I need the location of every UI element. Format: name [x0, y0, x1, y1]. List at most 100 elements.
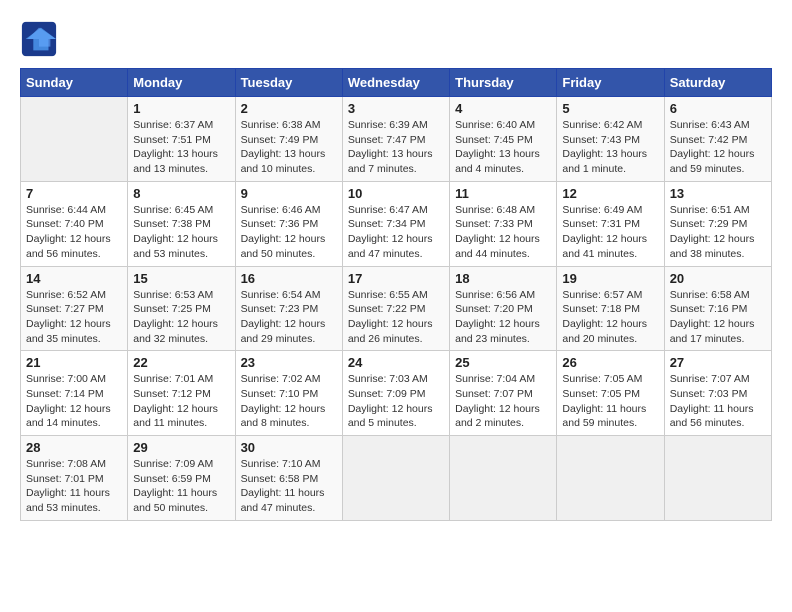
day-number: 20 — [670, 271, 766, 286]
day-info: Sunrise: 6:43 AMSunset: 7:42 PMDaylight:… — [670, 118, 766, 177]
calendar-cell: 27 Sunrise: 7:07 AMSunset: 7:03 PMDayligh… — [664, 351, 771, 436]
day-number: 26 — [562, 355, 658, 370]
day-info: Sunrise: 7:03 AMSunset: 7:09 PMDaylight:… — [348, 372, 444, 431]
calendar-cell: 25 Sunrise: 7:04 AMSunset: 7:07 PMDayligh… — [450, 351, 557, 436]
calendar-cell: 20 Sunrise: 6:58 AMSunset: 7:16 PMDayligh… — [664, 266, 771, 351]
day-number: 24 — [348, 355, 444, 370]
logo-icon — [20, 20, 58, 58]
calendar-cell: 18 Sunrise: 6:56 AMSunset: 7:20 PMDayligh… — [450, 266, 557, 351]
calendar-cell: 4 Sunrise: 6:40 AMSunset: 7:45 PMDaylight… — [450, 97, 557, 182]
page-header — [20, 20, 772, 58]
day-info: Sunrise: 6:46 AMSunset: 7:36 PMDaylight:… — [241, 203, 337, 262]
day-number: 8 — [133, 186, 229, 201]
calendar-week-row: 28 Sunrise: 7:08 AMSunset: 7:01 PMDayligh… — [21, 436, 772, 521]
day-number: 5 — [562, 101, 658, 116]
day-number: 11 — [455, 186, 551, 201]
calendar-week-row: 21 Sunrise: 7:00 AMSunset: 7:14 PMDayligh… — [21, 351, 772, 436]
day-number: 16 — [241, 271, 337, 286]
calendar-cell: 6 Sunrise: 6:43 AMSunset: 7:42 PMDaylight… — [664, 97, 771, 182]
day-info: Sunrise: 6:42 AMSunset: 7:43 PMDaylight:… — [562, 118, 658, 177]
calendar-week-row: 7Sunrise: 6:44 AMSunset: 7:40 PMDaylight… — [21, 181, 772, 266]
col-header-wednesday: Wednesday — [342, 69, 449, 97]
calendar-cell: 22 Sunrise: 7:01 AMSunset: 7:12 PMDayligh… — [128, 351, 235, 436]
day-number: 17 — [348, 271, 444, 286]
day-number: 1 — [133, 101, 229, 116]
calendar-header-row: SundayMondayTuesdayWednesdayThursdayFrid… — [21, 69, 772, 97]
day-info: Sunrise: 6:56 AMSunset: 7:20 PMDaylight:… — [455, 288, 551, 347]
day-number: 4 — [455, 101, 551, 116]
day-info: Sunrise: 6:39 AMSunset: 7:47 PMDaylight:… — [348, 118, 444, 177]
day-number: 25 — [455, 355, 551, 370]
day-number: 14 — [26, 271, 122, 286]
day-info: Sunrise: 6:47 AMSunset: 7:34 PMDaylight:… — [348, 203, 444, 262]
day-number: 2 — [241, 101, 337, 116]
calendar-cell: 16 Sunrise: 6:54 AMSunset: 7:23 PMDayligh… — [235, 266, 342, 351]
day-info: Sunrise: 7:10 AMSunset: 6:58 PMDaylight:… — [241, 457, 337, 516]
day-number: 3 — [348, 101, 444, 116]
day-number: 21 — [26, 355, 122, 370]
day-number: 7 — [26, 186, 122, 201]
calendar-cell: 21 Sunrise: 7:00 AMSunset: 7:14 PMDayligh… — [21, 351, 128, 436]
calendar-week-row: 1Sunrise: 6:37 AMSunset: 7:51 PMDaylight… — [21, 97, 772, 182]
calendar-cell: 30 Sunrise: 7:10 AMSunset: 6:58 PMDayligh… — [235, 436, 342, 521]
day-number: 15 — [133, 271, 229, 286]
calendar-cell — [342, 436, 449, 521]
day-info: Sunrise: 6:45 AMSunset: 7:38 PMDaylight:… — [133, 203, 229, 262]
day-info: Sunrise: 6:49 AMSunset: 7:31 PMDaylight:… — [562, 203, 658, 262]
day-number: 18 — [455, 271, 551, 286]
day-number: 10 — [348, 186, 444, 201]
day-number: 30 — [241, 440, 337, 455]
calendar-cell: 3 Sunrise: 6:39 AMSunset: 7:47 PMDaylight… — [342, 97, 449, 182]
calendar-cell: 11 Sunrise: 6:48 AMSunset: 7:33 PMDayligh… — [450, 181, 557, 266]
day-info: Sunrise: 6:40 AMSunset: 7:45 PMDaylight:… — [455, 118, 551, 177]
calendar-cell: 8 Sunrise: 6:45 AMSunset: 7:38 PMDaylight… — [128, 181, 235, 266]
calendar-cell — [557, 436, 664, 521]
calendar-cell: 26 Sunrise: 7:05 AMSunset: 7:05 PMDayligh… — [557, 351, 664, 436]
calendar-cell: 1Sunrise: 6:37 AMSunset: 7:51 PMDaylight… — [128, 97, 235, 182]
calendar-cell: 9 Sunrise: 6:46 AMSunset: 7:36 PMDaylight… — [235, 181, 342, 266]
col-header-monday: Monday — [128, 69, 235, 97]
day-info: Sunrise: 7:08 AMSunset: 7:01 PMDaylight:… — [26, 457, 122, 516]
col-header-tuesday: Tuesday — [235, 69, 342, 97]
day-number: 13 — [670, 186, 766, 201]
day-info: Sunrise: 7:00 AMSunset: 7:14 PMDaylight:… — [26, 372, 122, 431]
day-info: Sunrise: 7:04 AMSunset: 7:07 PMDaylight:… — [455, 372, 551, 431]
calendar-cell: 17 Sunrise: 6:55 AMSunset: 7:22 PMDayligh… — [342, 266, 449, 351]
calendar-table: SundayMondayTuesdayWednesdayThursdayFrid… — [20, 68, 772, 521]
day-info: Sunrise: 7:09 AMSunset: 6:59 PMDaylight:… — [133, 457, 229, 516]
day-info: Sunrise: 6:48 AMSunset: 7:33 PMDaylight:… — [455, 203, 551, 262]
day-number: 9 — [241, 186, 337, 201]
day-info: Sunrise: 6:54 AMSunset: 7:23 PMDaylight:… — [241, 288, 337, 347]
day-number: 29 — [133, 440, 229, 455]
calendar-cell: 7Sunrise: 6:44 AMSunset: 7:40 PMDaylight… — [21, 181, 128, 266]
day-number: 6 — [670, 101, 766, 116]
day-number: 22 — [133, 355, 229, 370]
day-info: Sunrise: 7:07 AMSunset: 7:03 PMDaylight:… — [670, 372, 766, 431]
day-info: Sunrise: 6:55 AMSunset: 7:22 PMDaylight:… — [348, 288, 444, 347]
day-number: 27 — [670, 355, 766, 370]
day-info: Sunrise: 6:38 AMSunset: 7:49 PMDaylight:… — [241, 118, 337, 177]
col-header-saturday: Saturday — [664, 69, 771, 97]
day-number: 23 — [241, 355, 337, 370]
calendar-week-row: 14 Sunrise: 6:52 AMSunset: 7:27 PMDayligh… — [21, 266, 772, 351]
day-number: 19 — [562, 271, 658, 286]
col-header-thursday: Thursday — [450, 69, 557, 97]
col-header-friday: Friday — [557, 69, 664, 97]
day-info: Sunrise: 7:02 AMSunset: 7:10 PMDaylight:… — [241, 372, 337, 431]
day-info: Sunrise: 6:53 AMSunset: 7:25 PMDaylight:… — [133, 288, 229, 347]
calendar-cell: 14 Sunrise: 6:52 AMSunset: 7:27 PMDayligh… — [21, 266, 128, 351]
logo — [20, 20, 62, 58]
calendar-cell: 24 Sunrise: 7:03 AMSunset: 7:09 PMDayligh… — [342, 351, 449, 436]
day-info: Sunrise: 6:52 AMSunset: 7:27 PMDaylight:… — [26, 288, 122, 347]
calendar-cell: 13Sunrise: 6:51 AMSunset: 7:29 PMDayligh… — [664, 181, 771, 266]
calendar-cell: 29 Sunrise: 7:09 AMSunset: 6:59 PMDayligh… — [128, 436, 235, 521]
calendar-cell: 2 Sunrise: 6:38 AMSunset: 7:49 PMDaylight… — [235, 97, 342, 182]
day-info: Sunrise: 7:05 AMSunset: 7:05 PMDaylight:… — [562, 372, 658, 431]
calendar-cell: 19Sunrise: 6:57 AMSunset: 7:18 PMDayligh… — [557, 266, 664, 351]
calendar-cell: 28 Sunrise: 7:08 AMSunset: 7:01 PMDayligh… — [21, 436, 128, 521]
calendar-cell: 12Sunrise: 6:49 AMSunset: 7:31 PMDayligh… — [557, 181, 664, 266]
calendar-cell — [664, 436, 771, 521]
day-info: Sunrise: 6:58 AMSunset: 7:16 PMDaylight:… — [670, 288, 766, 347]
day-number: 28 — [26, 440, 122, 455]
day-info: Sunrise: 7:01 AMSunset: 7:12 PMDaylight:… — [133, 372, 229, 431]
